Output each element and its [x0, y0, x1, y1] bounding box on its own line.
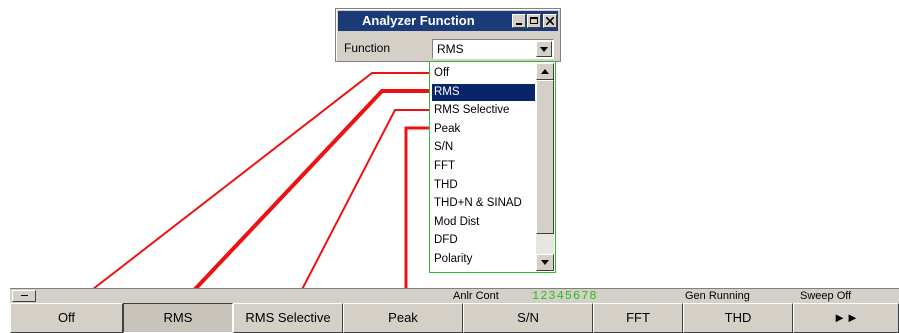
sweep-status: Sweep Off	[800, 290, 852, 302]
combo-arrow-button[interactable]	[536, 41, 552, 57]
softkey-off[interactable]: Off	[10, 303, 123, 333]
scroll-down-button[interactable]	[536, 254, 554, 271]
softkey-s-n[interactable]: S/N	[463, 303, 593, 333]
connector-line-rms	[180, 89, 430, 305]
function-dropdown-list[interactable]: Off RMS RMS Selective Peak S/N FFT THD THD+N & …	[429, 61, 556, 273]
dropdown-option-polarity[interactable]: Polarity	[432, 251, 535, 268]
dropdown-option-s-n[interactable]: S/N	[432, 139, 535, 156]
window-title-bar[interactable]: Analyzer Function	[338, 11, 558, 31]
scroll-down-arrow-icon	[541, 260, 549, 265]
dropdown-option-mod-dist[interactable]: Mod Dist	[432, 214, 535, 231]
connector-line-rms-selective	[294, 109, 430, 304]
softkey-thd[interactable]: THD	[683, 303, 793, 333]
function-label: Function	[344, 41, 391, 55]
scroll-up-arrow-icon	[541, 69, 549, 74]
status-bar: Anlr Cont 12345678 Gen Running Sweep Off	[10, 288, 899, 303]
minimize-button[interactable]	[512, 14, 526, 28]
chevron-down-icon	[540, 47, 548, 52]
analyzer-channels: 12345678	[532, 289, 598, 303]
window-title: Analyzer Function	[362, 13, 475, 28]
dropdown-option-off[interactable]: Off	[432, 65, 535, 82]
softkey-fft[interactable]: FFT	[593, 303, 683, 333]
dropdown-option-thd[interactable]: THD	[432, 177, 535, 194]
analyzer-status-label: Anlr Cont	[453, 290, 499, 302]
collapse-button[interactable]	[12, 290, 36, 302]
softkey-bar: Off RMS RMS Selective Peak S/N FFT THD ►►	[10, 303, 899, 333]
dropdown-option-thd-n-sinad[interactable]: THD+N & SINAD	[432, 195, 535, 212]
close-icon	[546, 17, 554, 25]
dropdown-option-rms[interactable]: RMS	[432, 83, 535, 101]
function-combobox[interactable]: RMS	[432, 39, 554, 59]
connector-line-off	[74, 72, 430, 304]
dropdown-option-dfd[interactable]: DFD	[432, 232, 535, 249]
softkey-rms[interactable]: RMS	[123, 303, 233, 333]
scroll-up-button[interactable]	[536, 63, 554, 80]
softkey-peak[interactable]: Peak	[343, 303, 463, 333]
dropdown-option-peak[interactable]: Peak	[432, 121, 535, 138]
maximize-button[interactable]	[527, 14, 541, 28]
scroll-thumb[interactable]	[536, 80, 554, 234]
connector-line-peak	[404, 126, 430, 303]
dropdown-option-rms-selective[interactable]: RMS Selective	[432, 102, 535, 119]
dropdown-option-fft[interactable]: FFT	[432, 158, 535, 175]
close-button[interactable]	[543, 14, 557, 28]
dropdown-scrollbar[interactable]	[536, 63, 554, 271]
function-value: RMS	[437, 42, 464, 56]
generator-status: Gen Running	[685, 290, 750, 302]
softkey-next-page[interactable]: ►►	[793, 303, 899, 333]
softkey-rms-selective[interactable]: RMS Selective	[233, 303, 343, 333]
analyzer-function-window: Analyzer Function Function RMS	[335, 8, 561, 62]
